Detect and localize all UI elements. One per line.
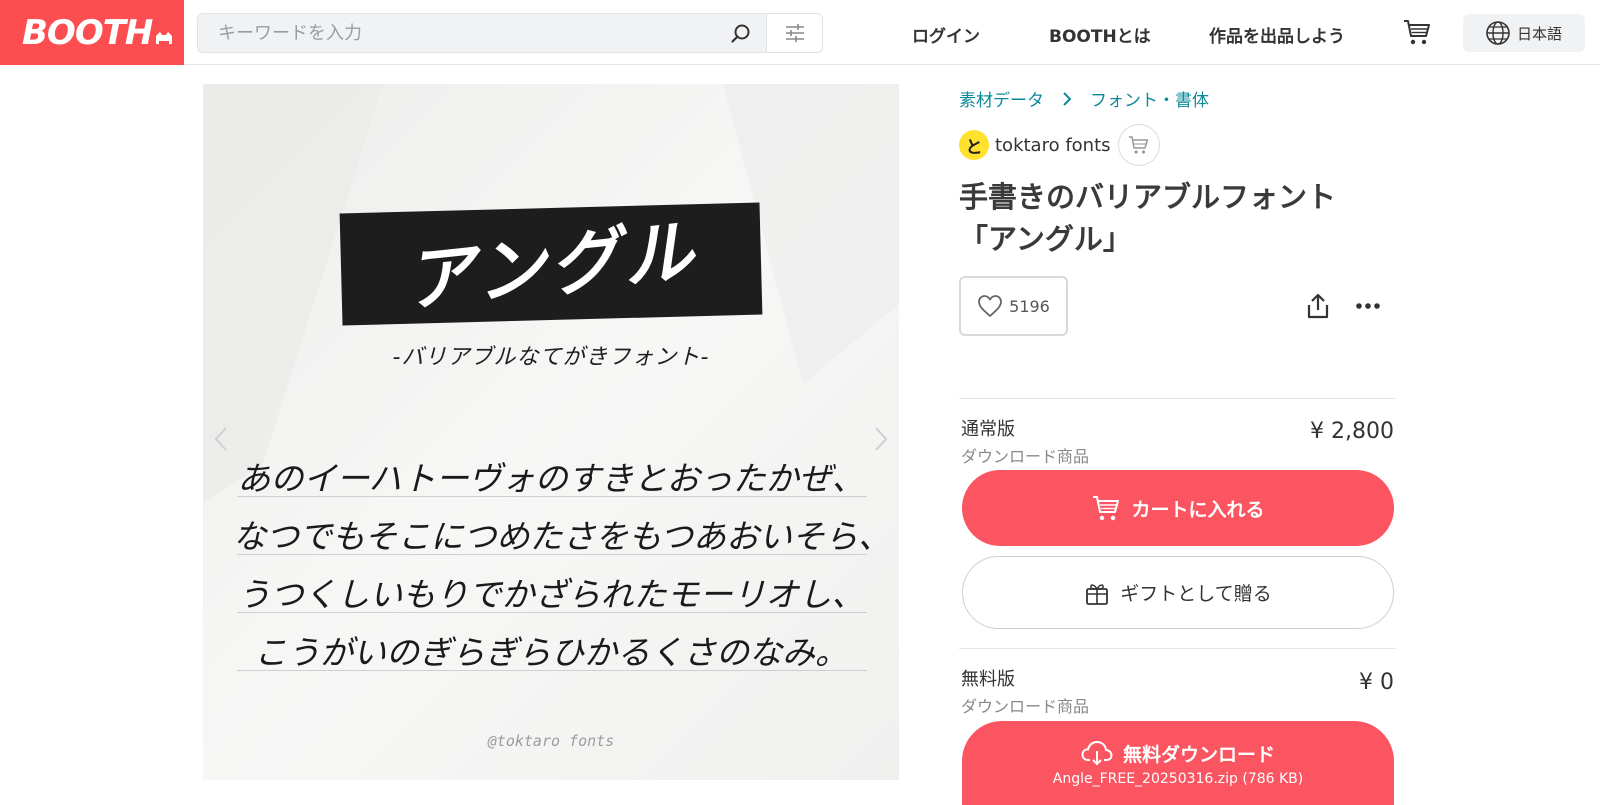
sliders-icon: [785, 24, 804, 42]
language-selector[interactable]: 日本語: [1463, 14, 1585, 52]
site-header: BOOTH ログイン BOOTHとは 作品を出品しよう: [0, 0, 1600, 65]
gift-label: ギフトとして贈る: [1120, 583, 1272, 605]
variant-price: ¥ 0: [1359, 670, 1394, 695]
filter-button[interactable]: [766, 13, 823, 53]
more-options-icon[interactable]: [1354, 295, 1382, 317]
button-content: カートに入れる: [1091, 494, 1265, 522]
cart-icon: [1093, 496, 1120, 521]
button-content: 無料ダウンロード: [1081, 740, 1275, 767]
font-subtitle-artwork: -バリアブルなてがきフォント-: [392, 345, 710, 370]
item-title-line: 手書きのバリアブルフォント: [959, 180, 1337, 214]
variant-type: ダウンロード商品: [961, 697, 1090, 716]
gallery-next-button[interactable]: [867, 419, 895, 459]
free-download-label: 無料ダウンロード: [1122, 743, 1275, 766]
sample-text-line: なつでもそこにつめたさをもつあおいそら、: [233, 517, 892, 556]
breadcrumb-item-material[interactable]: 素材データ: [959, 86, 1044, 111]
shop-cart-button[interactable]: [1117, 124, 1160, 166]
chevron-right-icon: [1063, 91, 1072, 106]
sample-text-line: うつくしいもりでかざられたモーリオし、: [237, 575, 865, 614]
product-image-gallery[interactable]: アングル -バリアブルなてがきフォント- あのイーハトーヴォのすきとおったかぜ、…: [203, 84, 899, 780]
chevron-right-icon: [875, 427, 888, 451]
like-button[interactable]: 5196: [959, 276, 1068, 336]
add-to-cart-label: カートに入れる: [1131, 498, 1265, 521]
shop-info: と toktaro fonts: [959, 124, 1160, 166]
section-divider: [959, 648, 1396, 649]
free-download-button[interactable]: 無料ダウンロード Angle_FREE_20250316.zip (786 KB…: [962, 721, 1394, 805]
nav-login-link[interactable]: ログイン: [912, 22, 980, 47]
like-count: 5196: [1009, 296, 1050, 316]
breadcrumb-item-font[interactable]: フォント・書体: [1090, 86, 1209, 111]
search-input[interactable]: [198, 14, 698, 52]
shop-avatar[interactable]: と: [959, 130, 989, 160]
heart-icon: [978, 295, 1003, 317]
nav-about-link[interactable]: BOOTHとは: [1049, 22, 1151, 47]
variant-name: 無料版: [961, 669, 1015, 690]
section-divider: [959, 398, 1396, 399]
variant-price: ¥ 2,800: [1310, 419, 1394, 444]
download-file-name: Angle_FREE_20250316.zip (786 KB): [1052, 770, 1304, 787]
item-title-line: 「アングル」: [959, 222, 1132, 256]
item-title: 手書きのバリアブルフォント 「アングル」: [959, 176, 1399, 260]
add-to-cart-button[interactable]: カートに入れる: [962, 470, 1394, 546]
chevron-left-icon: [214, 427, 227, 451]
search-box: [197, 13, 767, 53]
cart-icon[interactable]: [1402, 17, 1432, 47]
nav-sell-link[interactable]: 作品を出品しよう: [1209, 22, 1345, 47]
globe-icon: [1486, 21, 1510, 45]
variant-name: 通常版: [961, 419, 1015, 440]
sample-text-line: こうがいのぎらぎらひかるくさのなみ。: [254, 633, 848, 672]
gallery-background: [203, 84, 899, 780]
cloud-download-icon: [1081, 741, 1113, 766]
gift-icon: [1086, 583, 1109, 605]
gallery-prev-button[interactable]: [207, 419, 235, 459]
logo-mark-icon: [156, 31, 173, 44]
booth-logo[interactable]: BOOTH: [0, 0, 184, 65]
share-icon[interactable]: [1304, 292, 1332, 320]
sample-text-line: あのイーハトーヴォのすきとおったかぜ、: [237, 459, 865, 498]
language-label: 日本語: [1517, 24, 1563, 43]
shop-name-link[interactable]: toktaro fonts: [995, 135, 1111, 156]
cart-icon: [1128, 136, 1148, 154]
variant-type: ダウンロード商品: [961, 447, 1090, 466]
logo-text: BOOTH: [22, 12, 153, 53]
breadcrumb: 素材データ フォント・書体: [959, 86, 1209, 111]
artwork-watermark: @toktaro fonts: [487, 732, 615, 750]
search-icon[interactable]: [730, 23, 752, 45]
gift-button[interactable]: ギフトとして贈る: [962, 556, 1394, 629]
